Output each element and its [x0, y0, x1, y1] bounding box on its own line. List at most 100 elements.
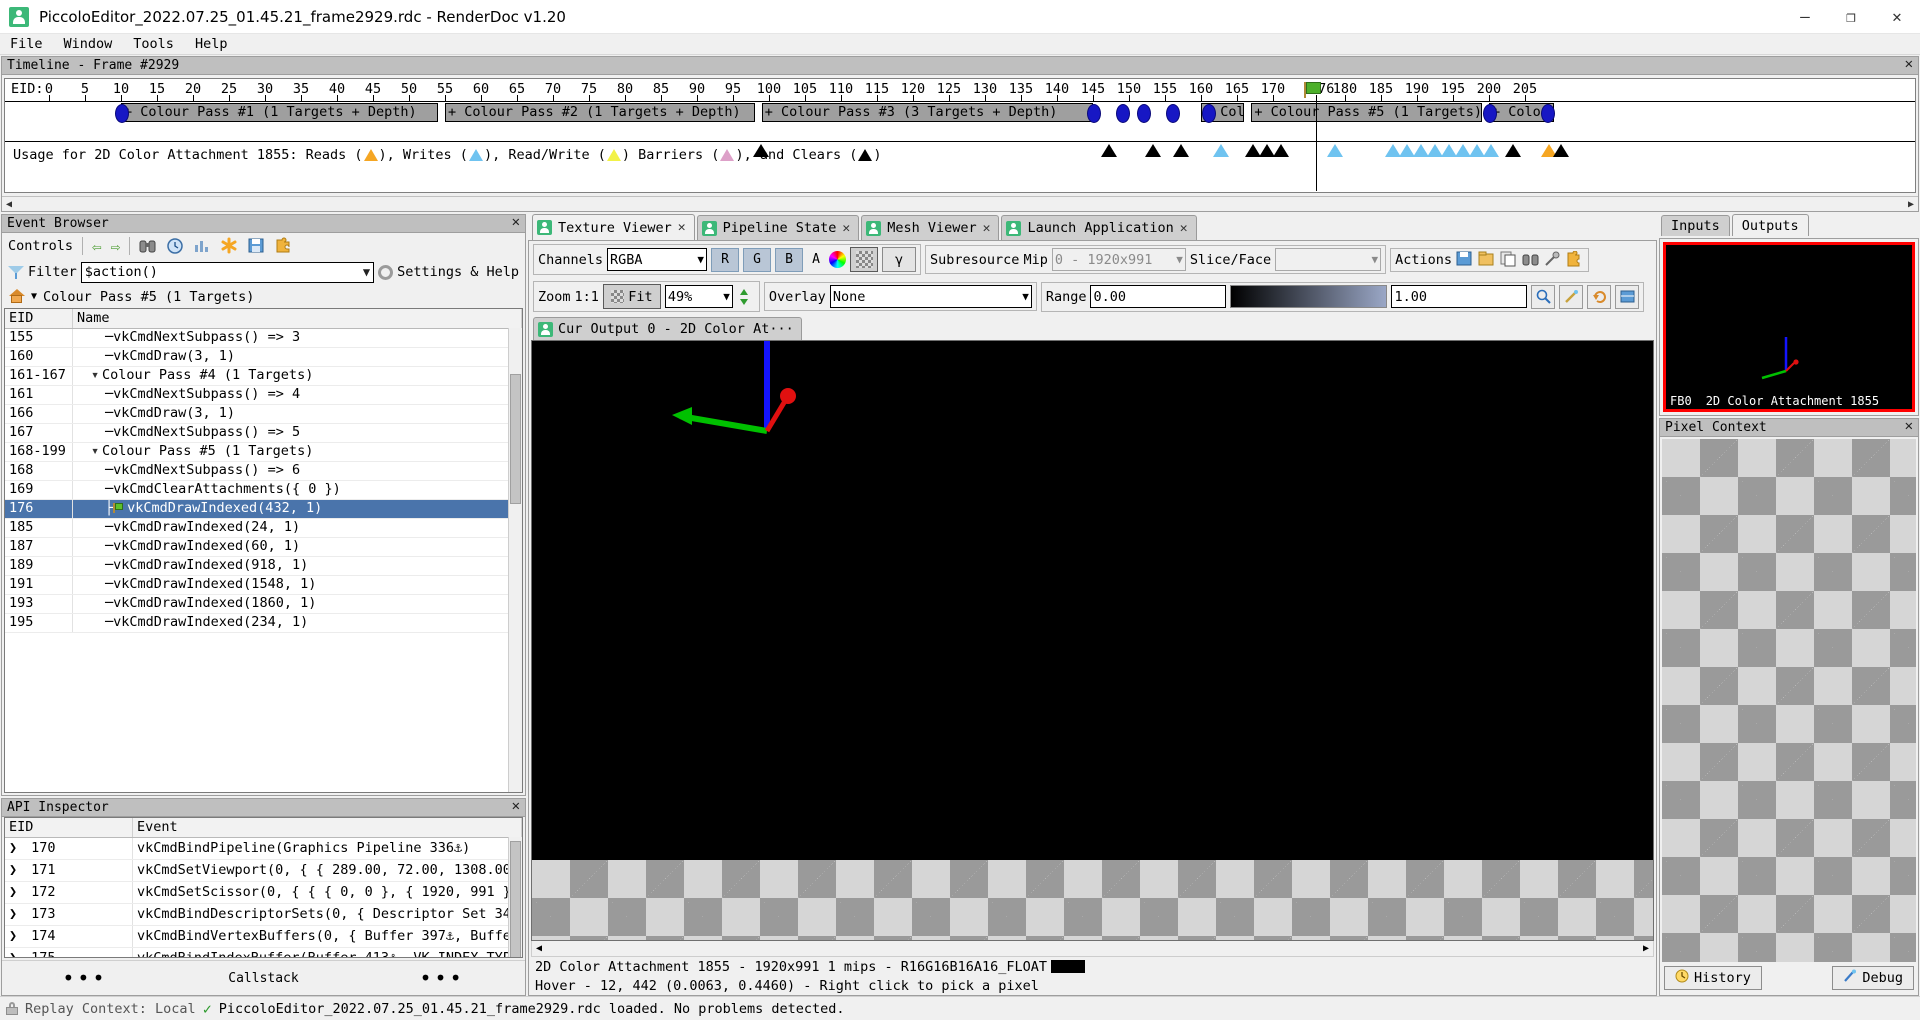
- timeline-draw-marker[interactable]: [1483, 104, 1497, 123]
- channel-b-button[interactable]: B: [775, 247, 804, 272]
- back-arrow-icon[interactable]: ⇦: [92, 237, 102, 256]
- table-row[interactable]: ❯ 171 vkCmdSetViewport(0, { { 289.00, 72.…: [5, 860, 522, 882]
- api-list-scroll-thumb[interactable]: [510, 841, 521, 957]
- menu-window[interactable]: Window: [62, 36, 115, 52]
- callstack-dots-right[interactable]: •••: [419, 968, 464, 988]
- filter-input[interactable]: $action() ▼: [80, 261, 375, 283]
- column-header-eid[interactable]: EID: [5, 309, 73, 328]
- pixel-context-canvas[interactable]: [1662, 439, 1916, 962]
- slice-chevron-down-icon[interactable]: ▼: [1365, 253, 1378, 266]
- home-icon[interactable]: [8, 289, 25, 304]
- tab-launch-application[interactable]: Launch Application ✕: [1001, 215, 1197, 240]
- callstack-dots-left[interactable]: •••: [62, 968, 107, 988]
- tab-mesh-viewer[interactable]: Mesh Viewer ✕: [861, 215, 1000, 240]
- channel-r-button[interactable]: R: [711, 247, 740, 272]
- expand-chevron-icon[interactable]: ❯: [9, 904, 23, 924]
- tab-close-icon[interactable]: ✕: [983, 221, 991, 236]
- column-header-name[interactable]: Name: [73, 309, 522, 328]
- debug-button[interactable]: Debug: [1832, 966, 1914, 990]
- channels-chevron-down-icon[interactable]: ▼: [691, 253, 704, 266]
- tab-close-icon[interactable]: ✕: [1180, 221, 1188, 236]
- table-row[interactable]: ❯ 172 vkCmdSetScissor(0, { { { 0, 0 }, { …: [5, 882, 522, 904]
- table-row[interactable]: 187 ─vkCmdDrawIndexed(60, 1): [5, 538, 522, 557]
- bar-chart-icon[interactable]: [193, 237, 211, 255]
- table-row[interactable]: 185 ─vkCmdDrawIndexed(24, 1): [5, 519, 522, 538]
- settings-help-label[interactable]: Settings & Help: [397, 264, 519, 280]
- expand-chevron-icon[interactable]: ❯: [9, 882, 23, 902]
- expand-chevron-icon[interactable]: ❯: [9, 838, 23, 858]
- timeline-draw-marker[interactable]: [1087, 104, 1101, 123]
- action-puzzle-icon[interactable]: [1566, 250, 1584, 269]
- canvas-scroll-right-icon[interactable]: ▶: [1639, 943, 1653, 954]
- channel-g-button[interactable]: G: [743, 247, 772, 272]
- minimize-button[interactable]: –: [1782, 0, 1828, 33]
- save-icon[interactable]: [247, 237, 265, 255]
- table-row[interactable]: ❯ 170 vkCmdBindPipeline(Graphics Pipeline…: [5, 838, 522, 860]
- event-list-scrollbar[interactable]: [508, 328, 522, 792]
- timeline-pass[interactable]: + Colour Pass #2 (1 Targets + Depth): [445, 103, 755, 122]
- event-list-scroll-thumb[interactable]: [510, 374, 521, 504]
- gear-icon[interactable]: [378, 264, 394, 280]
- menu-help[interactable]: Help: [193, 36, 230, 52]
- overlay-select[interactable]: None ▼: [829, 285, 1032, 308]
- timeline-draw-marker[interactable]: [1115, 104, 1130, 123]
- texture-canvas[interactable]: [531, 340, 1654, 941]
- menu-file[interactable]: File: [8, 36, 45, 52]
- zoom-percent-select[interactable]: 49% ▼: [664, 285, 733, 308]
- zoom-chevron-down-icon[interactable]: ▼: [717, 290, 730, 303]
- api-inspector-grid[interactable]: EID Event ❯ 170 vkCmdBindPipeline(Graphic…: [4, 817, 523, 958]
- breadcrumb-chevron-icon[interactable]: ▼: [31, 291, 37, 302]
- table-row[interactable]: 195 ─vkCmdDrawIndexed(234, 1): [5, 614, 522, 633]
- gamma-button[interactable]: γ: [882, 247, 917, 272]
- slice-face-select[interactable]: ▼: [1275, 248, 1382, 271]
- table-row[interactable]: 167 ─vkCmdNextSubpass() => 5: [5, 424, 522, 443]
- event-browser-close-icon[interactable]: ✕: [512, 214, 520, 230]
- chevron-down-icon[interactable]: ▾: [91, 367, 102, 384]
- table-row[interactable]: 169 ─vkCmdClearAttachments({ 0 }): [5, 481, 522, 500]
- tab-inputs[interactable]: Inputs: [1661, 215, 1730, 236]
- channel-a-button[interactable]: A: [807, 249, 825, 271]
- mip-chevron-down-icon[interactable]: ▼: [1170, 253, 1183, 266]
- range-reset-icon[interactable]: [1587, 284, 1612, 309]
- range-min-input[interactable]: 0.00: [1090, 285, 1227, 308]
- timeline-scroll-left-icon[interactable]: ◀: [2, 199, 16, 210]
- color-wheel-icon[interactable]: [829, 251, 847, 268]
- timeline-pass[interactable]: + Colour Pass #5 (1 Targets): [1251, 103, 1482, 122]
- timeline-pass[interactable]: + Colour Pass #3 (3 Targets + Depth): [761, 103, 1093, 122]
- api-column-header-eid[interactable]: EID: [5, 818, 133, 837]
- mip-select[interactable]: 0 - 1920x991 ▼: [1051, 248, 1186, 271]
- table-row[interactable]: 191 ─vkCmdDrawIndexed(1548, 1): [5, 576, 522, 595]
- table-row[interactable]: 155 ─vkCmdNextSubpass() => 3: [5, 329, 522, 348]
- puzzle-icon[interactable]: [274, 237, 292, 255]
- zoom-one-to-one-button[interactable]: 1:1: [575, 289, 599, 305]
- texture-horizontal-scrollbar[interactable]: ◀ ▶: [531, 941, 1654, 957]
- timeline-draw-marker[interactable]: [115, 104, 129, 123]
- table-row[interactable]: 193 ─vkCmdDrawIndexed(1860, 1): [5, 595, 522, 614]
- table-row[interactable]: 161-167 ▾ Colour Pass #4 (1 Targets): [5, 367, 522, 386]
- api-inspector-close-icon[interactable]: ✕: [512, 798, 520, 814]
- table-row[interactable]: 176 ├ vkCmdDrawIndexed(432, 1): [5, 500, 522, 519]
- table-row[interactable]: 168 ─vkCmdNextSubpass() => 6: [5, 462, 522, 481]
- history-button[interactable]: History: [1664, 966, 1762, 990]
- channels-select[interactable]: RGBA ▼: [607, 248, 708, 271]
- timeline-scroll-right-icon[interactable]: ▶: [1904, 199, 1918, 210]
- expand-chevron-icon[interactable]: ❯: [9, 860, 23, 880]
- tab-pipeline-state[interactable]: Pipeline State ✕: [696, 215, 860, 240]
- checkerboard-toggle-button[interactable]: [850, 247, 879, 272]
- tab-outputs[interactable]: Outputs: [1731, 214, 1809, 236]
- timeline-close-icon[interactable]: ✕: [1905, 56, 1913, 72]
- replay-context-label[interactable]: Replay Context: Local: [25, 1001, 196, 1017]
- table-row[interactable]: 160 ─vkCmdDraw(3, 1): [5, 348, 522, 367]
- timeline-scrollbar[interactable]: ◀ ▶: [2, 196, 1918, 211]
- api-column-header-event[interactable]: Event: [133, 818, 522, 837]
- tab-close-icon[interactable]: ✕: [842, 221, 850, 236]
- output-thumbnail[interactable]: FB0 2D Color Attachment 1855: [1663, 242, 1915, 412]
- action-copy-icon[interactable]: [1500, 251, 1518, 269]
- close-button[interactable]: ✕: [1874, 0, 1920, 33]
- timeline-pass[interactable]: + Colour Pass #1 (1 Targets + Depth): [121, 103, 438, 122]
- range-max-input[interactable]: 1.00: [1391, 285, 1528, 308]
- forward-arrow-icon[interactable]: ⇨: [111, 237, 121, 256]
- flip-y-icon[interactable]: [737, 288, 755, 306]
- action-save-icon[interactable]: [1456, 251, 1474, 269]
- table-row[interactable]: ❯ 175vkCmdBindIndexBuffer(Buffer 413⚓, V…: [5, 948, 522, 957]
